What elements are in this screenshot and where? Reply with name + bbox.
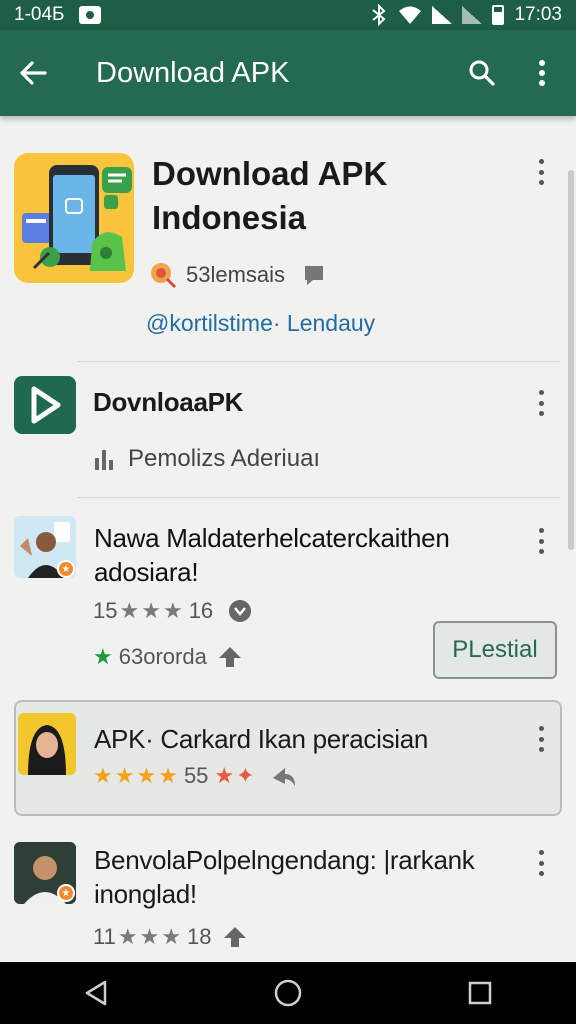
divider [78, 361, 560, 362]
arrow-left-icon [20, 61, 47, 85]
chevron-down-badge-icon [229, 600, 252, 622]
list-item-subtitle-text: Pemolizs Aderiuaı [128, 445, 321, 472]
status-bar: 1-04Б 17:03 [0, 0, 576, 30]
list-item[interactable]: DovnloaaPK Pemolizs Aderiuaı [0, 366, 576, 498]
star-icon: ★ [93, 763, 113, 788]
rating-row: ★ ★ ★ ★ 55 ★ ✦ [93, 763, 297, 789]
star-icon: ★ [119, 598, 140, 623]
square-recent-icon [468, 981, 492, 1005]
arrow-up-icon [223, 927, 246, 947]
overflow-menu-button[interactable] [512, 30, 572, 116]
lollipop-icon [151, 263, 177, 289]
arrow-up-icon [218, 647, 241, 667]
hero-title-line1: Download APK [152, 155, 388, 192]
list-item-title-line2: inonglad! [94, 879, 197, 909]
search-button[interactable] [452, 30, 512, 116]
list-item-title: BenvolaPolpelngendang: |rarkank inonglad… [94, 843, 514, 911]
nav-recents-button[interactable] [440, 962, 520, 1024]
rating-row: 15 ★ ★ ★ 16 [93, 598, 253, 624]
star-icon: ★ [162, 598, 183, 623]
rating-count-right: 16 [188, 598, 214, 623]
status-left-text: 1-04Б [14, 4, 65, 25]
hero-section: Download APK Indonesia 53lemsais @kortil… [0, 140, 576, 365]
star-badge-icon: ★ [57, 560, 75, 578]
hero-title: Download APK Indonesia [152, 152, 512, 240]
chart-bars-icon [95, 450, 113, 470]
list-item-title: APK· Carkard Ikan peracisian [94, 724, 429, 754]
star-icon: ★ [158, 763, 178, 788]
star-icon: ★ [114, 763, 135, 788]
avatar [18, 713, 76, 775]
search-icon [469, 60, 495, 86]
star-icon: ★ [214, 763, 235, 788]
install-button[interactable]: PLestial [433, 621, 557, 679]
list-item[interactable]: APK· Carkard Ikan peracisian ★ ★ ★ ★ 55 ★ ✦ [0, 700, 576, 816]
list-item-subtitle: Pemolizs Aderiuaı [92, 442, 320, 476]
rating-count-left: 11 [93, 924, 116, 949]
share-icon [272, 768, 295, 786]
bluetooth-icon [372, 4, 386, 26]
nav-back-button[interactable] [56, 962, 136, 1024]
hero-developer-link[interactable]: @kortilstime· Lendauy [146, 310, 375, 337]
list-item-title-line1: BenvolaPolpelngendang: |rarkank [94, 845, 475, 875]
rating-row: 11 ★ ★ ★ 18 [93, 924, 248, 950]
wifi-icon [399, 6, 422, 24]
star-icon: ★ [139, 924, 160, 949]
back-button[interactable] [0, 30, 66, 116]
battery-icon [492, 5, 505, 25]
list-item-title-line1: Nawa Maldaterhelcaterckaithen [94, 523, 450, 553]
star-icon: ★ [141, 598, 161, 623]
row-overflow-button[interactable] [531, 526, 551, 556]
message-icon [305, 266, 324, 285]
play-icon [31, 386, 61, 424]
rating-value: 55 [183, 763, 209, 788]
list-item[interactable]: ★ BenvolaPolpelngendang: |rarkank inongl… [0, 832, 576, 962]
star-badge-icon: ★ [57, 884, 75, 902]
app-icon-phone-illustration[interactable] [14, 153, 134, 283]
circle-home-icon [274, 979, 302, 1007]
star-icon: ★ [117, 924, 138, 949]
hero-meta: 53lemsais [148, 260, 327, 290]
row-overflow-button[interactable] [531, 848, 551, 878]
half-star-icon: ✦ [236, 763, 255, 788]
hero-overflow-button[interactable] [531, 157, 551, 187]
rating-count-right: 18 [187, 924, 212, 949]
more-vert-icon [539, 60, 545, 86]
row-overflow-button[interactable] [531, 724, 551, 754]
signal-icon [432, 6, 453, 24]
divider [78, 497, 560, 498]
hero-title-line2: Indonesia [152, 199, 307, 236]
status-time: 17:03 [514, 4, 562, 25]
notification-icon [78, 6, 101, 24]
list-item-title: DovnloaaPK [93, 387, 244, 417]
app-bar: Download APK [0, 30, 576, 116]
downloads-row: ★ 63ororda [93, 644, 243, 670]
rating-count-left: 15 [93, 598, 118, 623]
list-item-title: Nawa Maldaterhelcaterckaithen adosiara! [94, 521, 514, 589]
signal-icon-2 [462, 6, 483, 24]
star-icon: ★ [93, 644, 113, 669]
row-overflow-button[interactable] [531, 388, 551, 418]
star-icon: ★ [136, 763, 157, 788]
triangle-back-icon [85, 980, 107, 1006]
app-bar-title: Download APK [96, 56, 290, 89]
system-nav-bar [0, 962, 576, 1024]
nav-home-button[interactable] [248, 962, 328, 1024]
hero-meta-text: 53lemsais [186, 262, 286, 287]
list-item-title-line2: adosiara! [94, 557, 199, 587]
download-count: 63ororda [118, 644, 207, 669]
star-icon: ★ [161, 924, 182, 949]
app-icon-play [14, 376, 76, 434]
